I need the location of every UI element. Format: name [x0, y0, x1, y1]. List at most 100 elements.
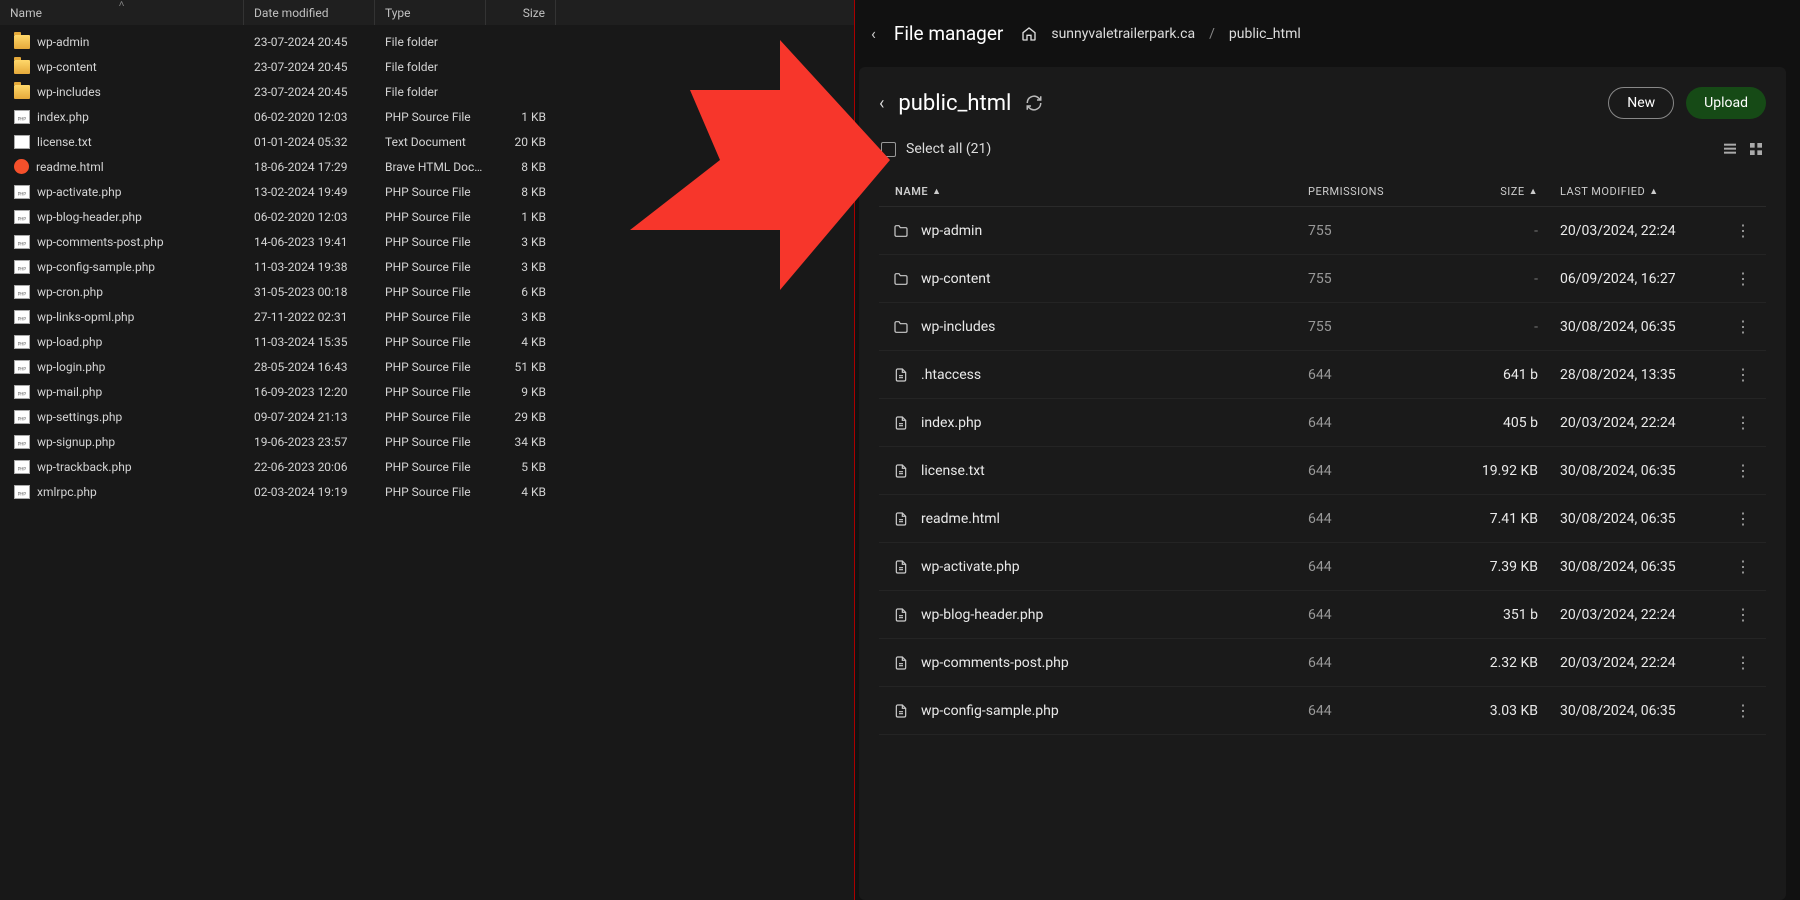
table-row[interactable]: readme.html18-06-2024 17:29Brave HTML Do… [0, 154, 854, 179]
row-actions-icon[interactable]: ⋮ [1728, 317, 1758, 336]
table-row[interactable]: wp-trackback.php22-06-2023 20:06PHP Sour… [0, 454, 854, 479]
file-size: 51 KB [486, 360, 556, 374]
table-row[interactable]: wp-comments-post.php14-06-2023 19:41PHP … [0, 229, 854, 254]
fm-file-name: wp-includes [921, 319, 995, 335]
fm-size: - [1428, 271, 1538, 287]
column-header-size[interactable]: Size [486, 0, 556, 25]
php-icon [14, 260, 30, 274]
select-all-label[interactable]: Select all (21) [906, 141, 991, 157]
breadcrumb-domain[interactable]: sunnyvaletrailerpark.ca [1051, 26, 1195, 42]
table-row[interactable]: wp-config-sample.php11-03-2024 19:38PHP … [0, 254, 854, 279]
file-icon [893, 415, 909, 431]
table-row[interactable]: wp-login.php28-05-2024 16:43PHP Source F… [0, 354, 854, 379]
fm-table-body: wp-admin755-20/03/2024, 22:24⋮wp-content… [879, 207, 1766, 900]
fm-modified: 20/03/2024, 22:24 [1538, 415, 1728, 431]
column-header-name-label: Name [10, 6, 42, 20]
file-date: 19-06-2023 23:57 [244, 435, 375, 449]
file-date: 23-07-2024 20:45 [244, 35, 375, 49]
file-size: 4 KB [486, 485, 556, 499]
file-date: 27-11-2022 02:31 [244, 310, 375, 324]
table-row[interactable]: wp-blog-header.php644351 b20/03/2024, 22… [879, 591, 1766, 639]
file-name: wp-blog-header.php [37, 210, 142, 224]
breadcrumb-title: File manager [894, 22, 1004, 45]
fm-col-modified[interactable]: LAST MODIFIED▲ [1538, 185, 1728, 198]
row-actions-icon[interactable]: ⋮ [1728, 557, 1758, 576]
fm-size: 2.32 KB [1428, 655, 1538, 671]
file-date: 16-09-2023 12:20 [244, 385, 375, 399]
file-date: 06-02-2020 12:03 [244, 210, 375, 224]
fm-size: 19.92 KB [1428, 463, 1538, 479]
file-date: 11-03-2024 15:35 [244, 335, 375, 349]
panel-back-icon[interactable]: ‹ [879, 93, 884, 114]
table-row[interactable]: license.txt64419.92 KB30/08/2024, 06:35⋮ [879, 447, 1766, 495]
table-row[interactable]: wp-includes23-07-2024 20:45File folder [0, 79, 854, 104]
table-row[interactable]: index.php06-02-2020 12:03PHP Source File… [0, 104, 854, 129]
table-row[interactable]: index.php644405 b20/03/2024, 22:24⋮ [879, 399, 1766, 447]
table-row[interactable]: wp-admin23-07-2024 20:45File folder [0, 29, 854, 54]
select-all-checkbox[interactable] [881, 142, 896, 157]
file-date: 14-06-2023 19:41 [244, 235, 375, 249]
file-size: 4 KB [486, 335, 556, 349]
row-actions-icon[interactable]: ⋮ [1728, 605, 1758, 624]
table-row[interactable]: wp-cron.php31-05-2023 00:18PHP Source Fi… [0, 279, 854, 304]
file-date: 02-03-2024 19:19 [244, 485, 375, 499]
php-icon [14, 385, 30, 399]
row-actions-icon[interactable]: ⋮ [1728, 221, 1758, 240]
file-size: 3 KB [486, 310, 556, 324]
table-row[interactable]: wp-comments-post.php6442.32 KB20/03/2024… [879, 639, 1766, 687]
table-row[interactable]: wp-signup.php19-06-2023 23:57PHP Source … [0, 429, 854, 454]
new-button[interactable]: New [1608, 87, 1674, 119]
row-actions-icon[interactable]: ⋮ [1728, 269, 1758, 288]
row-actions-icon[interactable]: ⋮ [1728, 461, 1758, 480]
table-row[interactable]: wp-settings.php09-07-2024 21:13PHP Sourc… [0, 404, 854, 429]
table-row[interactable]: wp-activate.php6447.39 KB30/08/2024, 06:… [879, 543, 1766, 591]
fm-col-permissions[interactable]: PERMISSIONS [1308, 185, 1428, 198]
table-row[interactable]: readme.html6447.41 KB30/08/2024, 06:35⋮ [879, 495, 1766, 543]
table-row[interactable]: wp-load.php11-03-2024 15:35PHP Source Fi… [0, 329, 854, 354]
file-type: File folder [375, 85, 486, 99]
fm-col-size[interactable]: SIZE▲ [1428, 185, 1538, 198]
file-name: xmlrpc.php [37, 485, 97, 499]
table-row[interactable]: wp-includes755-30/08/2024, 06:35⋮ [879, 303, 1766, 351]
fm-modified: 28/08/2024, 13:35 [1538, 367, 1728, 383]
table-row[interactable]: .htaccess644641 b28/08/2024, 13:35⋮ [879, 351, 1766, 399]
column-header-type[interactable]: Type [375, 0, 486, 25]
table-row[interactable]: wp-admin755-20/03/2024, 22:24⋮ [879, 207, 1766, 255]
row-actions-icon[interactable]: ⋮ [1728, 413, 1758, 432]
home-icon[interactable] [1021, 26, 1037, 42]
file-type: PHP Source File [375, 310, 486, 324]
table-row[interactable]: license.txt01-01-2024 05:32Text Document… [0, 129, 854, 154]
table-row[interactable]: wp-activate.php13-02-2024 19:49PHP Sourc… [0, 179, 854, 204]
fm-modified: 20/03/2024, 22:24 [1538, 607, 1728, 623]
file-size: 34 KB [486, 435, 556, 449]
php-icon [14, 410, 30, 424]
table-row[interactable]: wp-links-opml.php27-11-2022 02:31PHP Sou… [0, 304, 854, 329]
table-row[interactable]: wp-blog-header.php06-02-2020 12:03PHP So… [0, 204, 854, 229]
refresh-icon[interactable] [1025, 94, 1043, 112]
row-actions-icon[interactable]: ⋮ [1728, 653, 1758, 672]
row-actions-icon[interactable]: ⋮ [1728, 509, 1758, 528]
table-row[interactable]: wp-mail.php16-09-2023 12:20PHP Source Fi… [0, 379, 854, 404]
fm-modified: 30/08/2024, 06:35 [1538, 463, 1728, 479]
fm-col-name[interactable]: NAME▲ [887, 185, 1308, 198]
file-type: PHP Source File [375, 485, 486, 499]
table-row[interactable]: wp-content755-06/09/2024, 16:27⋮ [879, 255, 1766, 303]
php-icon [14, 485, 30, 499]
fm-size: - [1428, 319, 1538, 335]
grid-view-icon[interactable] [1748, 141, 1764, 157]
row-actions-icon[interactable]: ⋮ [1728, 365, 1758, 384]
file-size: 5 KB [486, 460, 556, 474]
column-header-name[interactable]: ˄ Name [0, 0, 244, 25]
row-actions-icon[interactable]: ⋮ [1728, 701, 1758, 720]
table-row[interactable]: xmlrpc.php 02-03-2024 19:19PHP Source Fil… [0, 479, 854, 504]
list-view-icon[interactable] [1722, 141, 1738, 157]
breadcrumb-back-icon[interactable]: ‹ [867, 24, 880, 43]
php-icon [14, 360, 30, 374]
fm-file-name: wp-config-sample.php [921, 703, 1059, 719]
table-row[interactable]: wp-config-sample.php6443.03 KB30/08/2024… [879, 687, 1766, 735]
file-type: PHP Source File [375, 460, 486, 474]
column-header-date[interactable]: Date modified [244, 0, 375, 25]
current-folder-title: public_html [898, 91, 1011, 116]
table-row[interactable]: wp-content23-07-2024 20:45File folder [0, 54, 854, 79]
upload-button[interactable]: Upload [1686, 87, 1766, 119]
